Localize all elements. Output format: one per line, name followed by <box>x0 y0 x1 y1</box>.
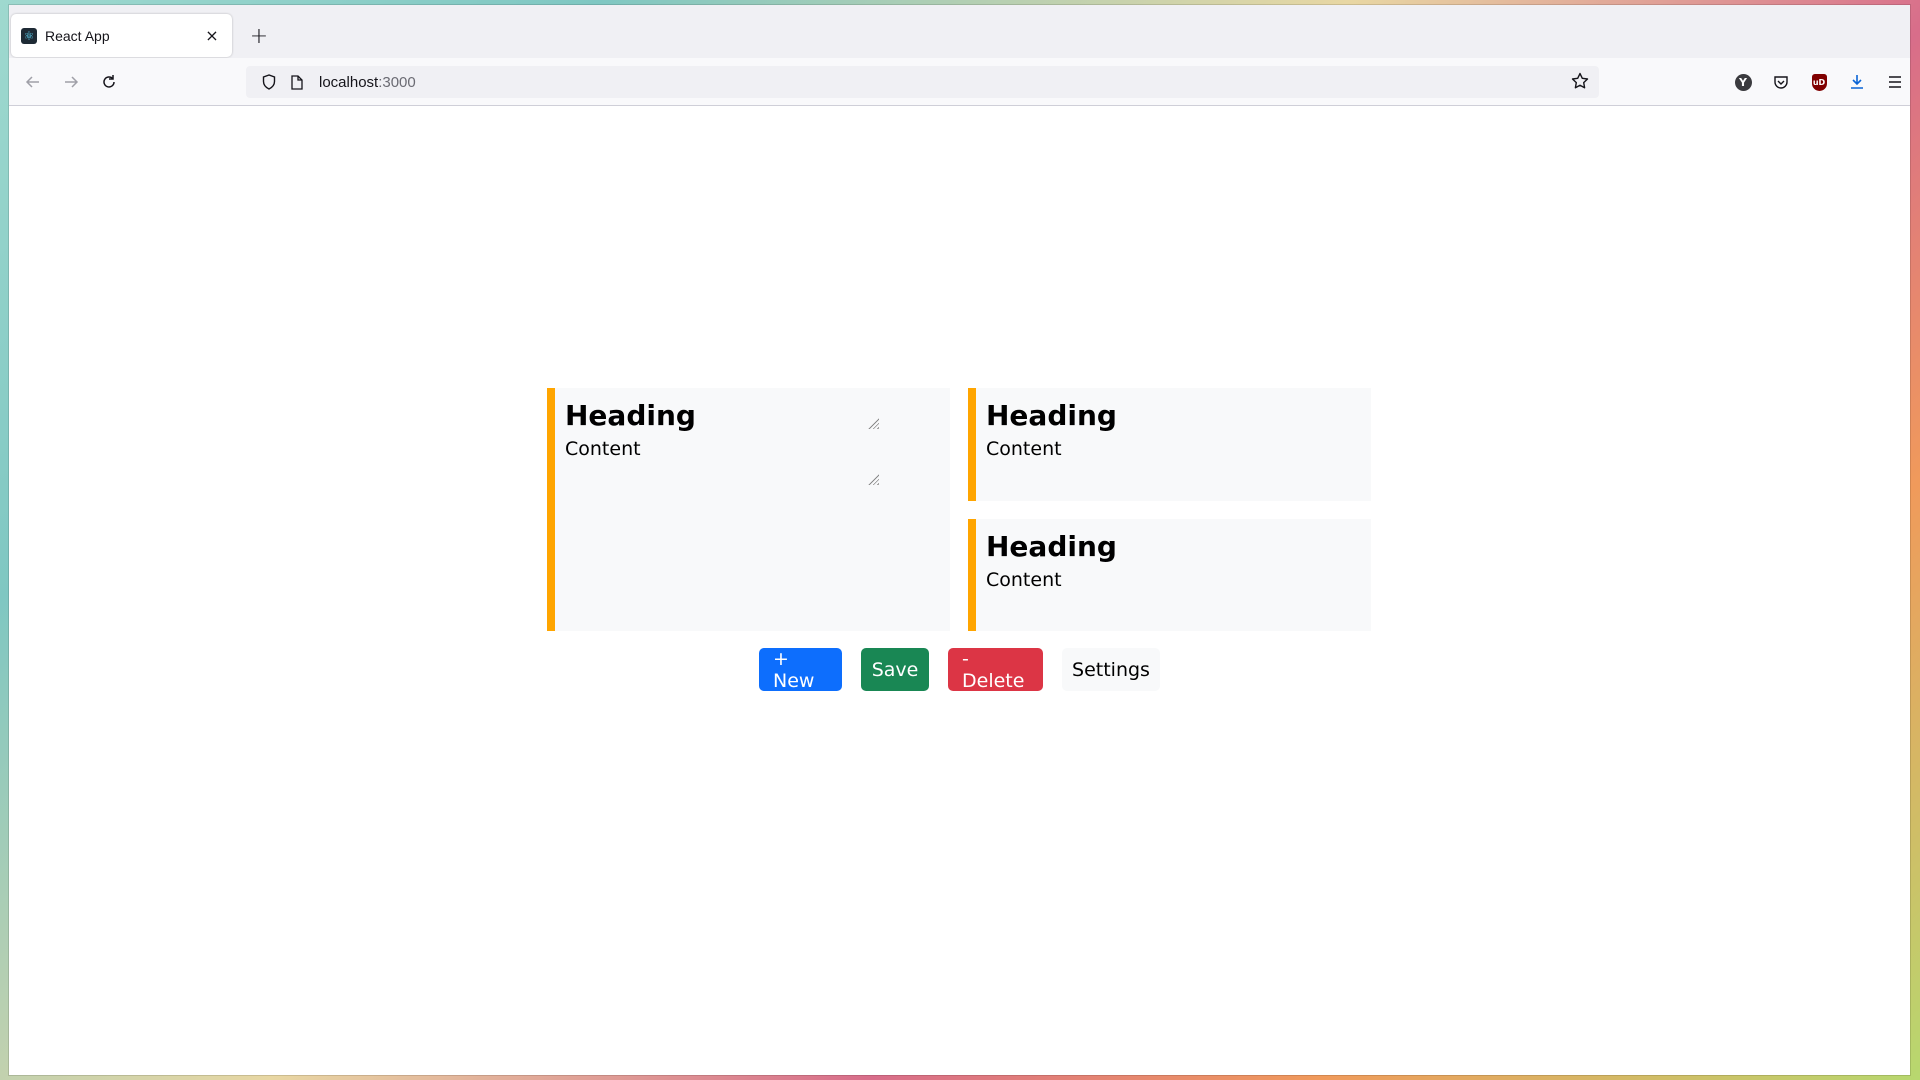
new-tab-button[interactable]: + <box>246 23 272 49</box>
card-heading: Heading <box>565 399 696 432</box>
react-favicon-icon: ⚛ <box>21 27 37 44</box>
card-content: Content <box>986 569 1062 592</box>
navigation-toolbar: localhost:3000 Y uD <box>9 58 1910 106</box>
url-host: localhost <box>319 73 379 91</box>
download-icon[interactable] <box>1847 72 1867 92</box>
tab-react-app[interactable]: ⚛ React App × <box>11 14 232 57</box>
new-button[interactable]: + New <box>759 648 842 692</box>
card-2[interactable]: Heading Content <box>968 388 1371 501</box>
settings-button[interactable]: Settings <box>1062 648 1160 691</box>
card-heading: Heading <box>986 399 1117 432</box>
star-icon[interactable] <box>1571 72 1589 95</box>
page-icon <box>289 74 305 90</box>
delete-button[interactable]: - Delete <box>948 648 1043 692</box>
save-button[interactable]: Save <box>861 648 929 691</box>
card-3[interactable]: Heading Content <box>968 519 1371 631</box>
forward-arrow-icon[interactable] <box>57 68 85 96</box>
card-heading: Heading <box>986 530 1117 563</box>
url-bar[interactable]: localhost:3000 <box>246 66 1599 98</box>
url-text[interactable]: localhost:3000 <box>319 74 416 91</box>
pocket-icon[interactable] <box>1771 72 1791 92</box>
extension-y-label: Y <box>1734 73 1752 91</box>
back-arrow-icon[interactable] <box>19 68 47 96</box>
ublock-label: uD <box>1811 73 1827 91</box>
card-content: Content <box>986 438 1062 461</box>
shield-icon[interactable] <box>261 74 277 90</box>
reload-icon[interactable] <box>95 68 123 96</box>
card-1[interactable]: Heading Content <box>547 388 950 631</box>
ublock-icon[interactable]: uD <box>1809 72 1829 92</box>
tab-strip: ⚛ React App × + <box>9 5 1910 58</box>
tab-title: React App <box>45 27 110 44</box>
page-content: Heading Content Heading Content Heading … <box>9 106 1910 1075</box>
url-port: :3000 <box>378 73 416 91</box>
close-tab-icon[interactable]: × <box>202 26 222 46</box>
card-content: Content <box>565 438 641 461</box>
extension-y-icon[interactable]: Y <box>1733 72 1753 92</box>
menu-icon[interactable] <box>1885 72 1905 92</box>
resize-handle-icon[interactable] <box>868 474 879 485</box>
browser-window: ⚛ React App × + localhost:3000 Y uD Head… <box>9 5 1910 1075</box>
